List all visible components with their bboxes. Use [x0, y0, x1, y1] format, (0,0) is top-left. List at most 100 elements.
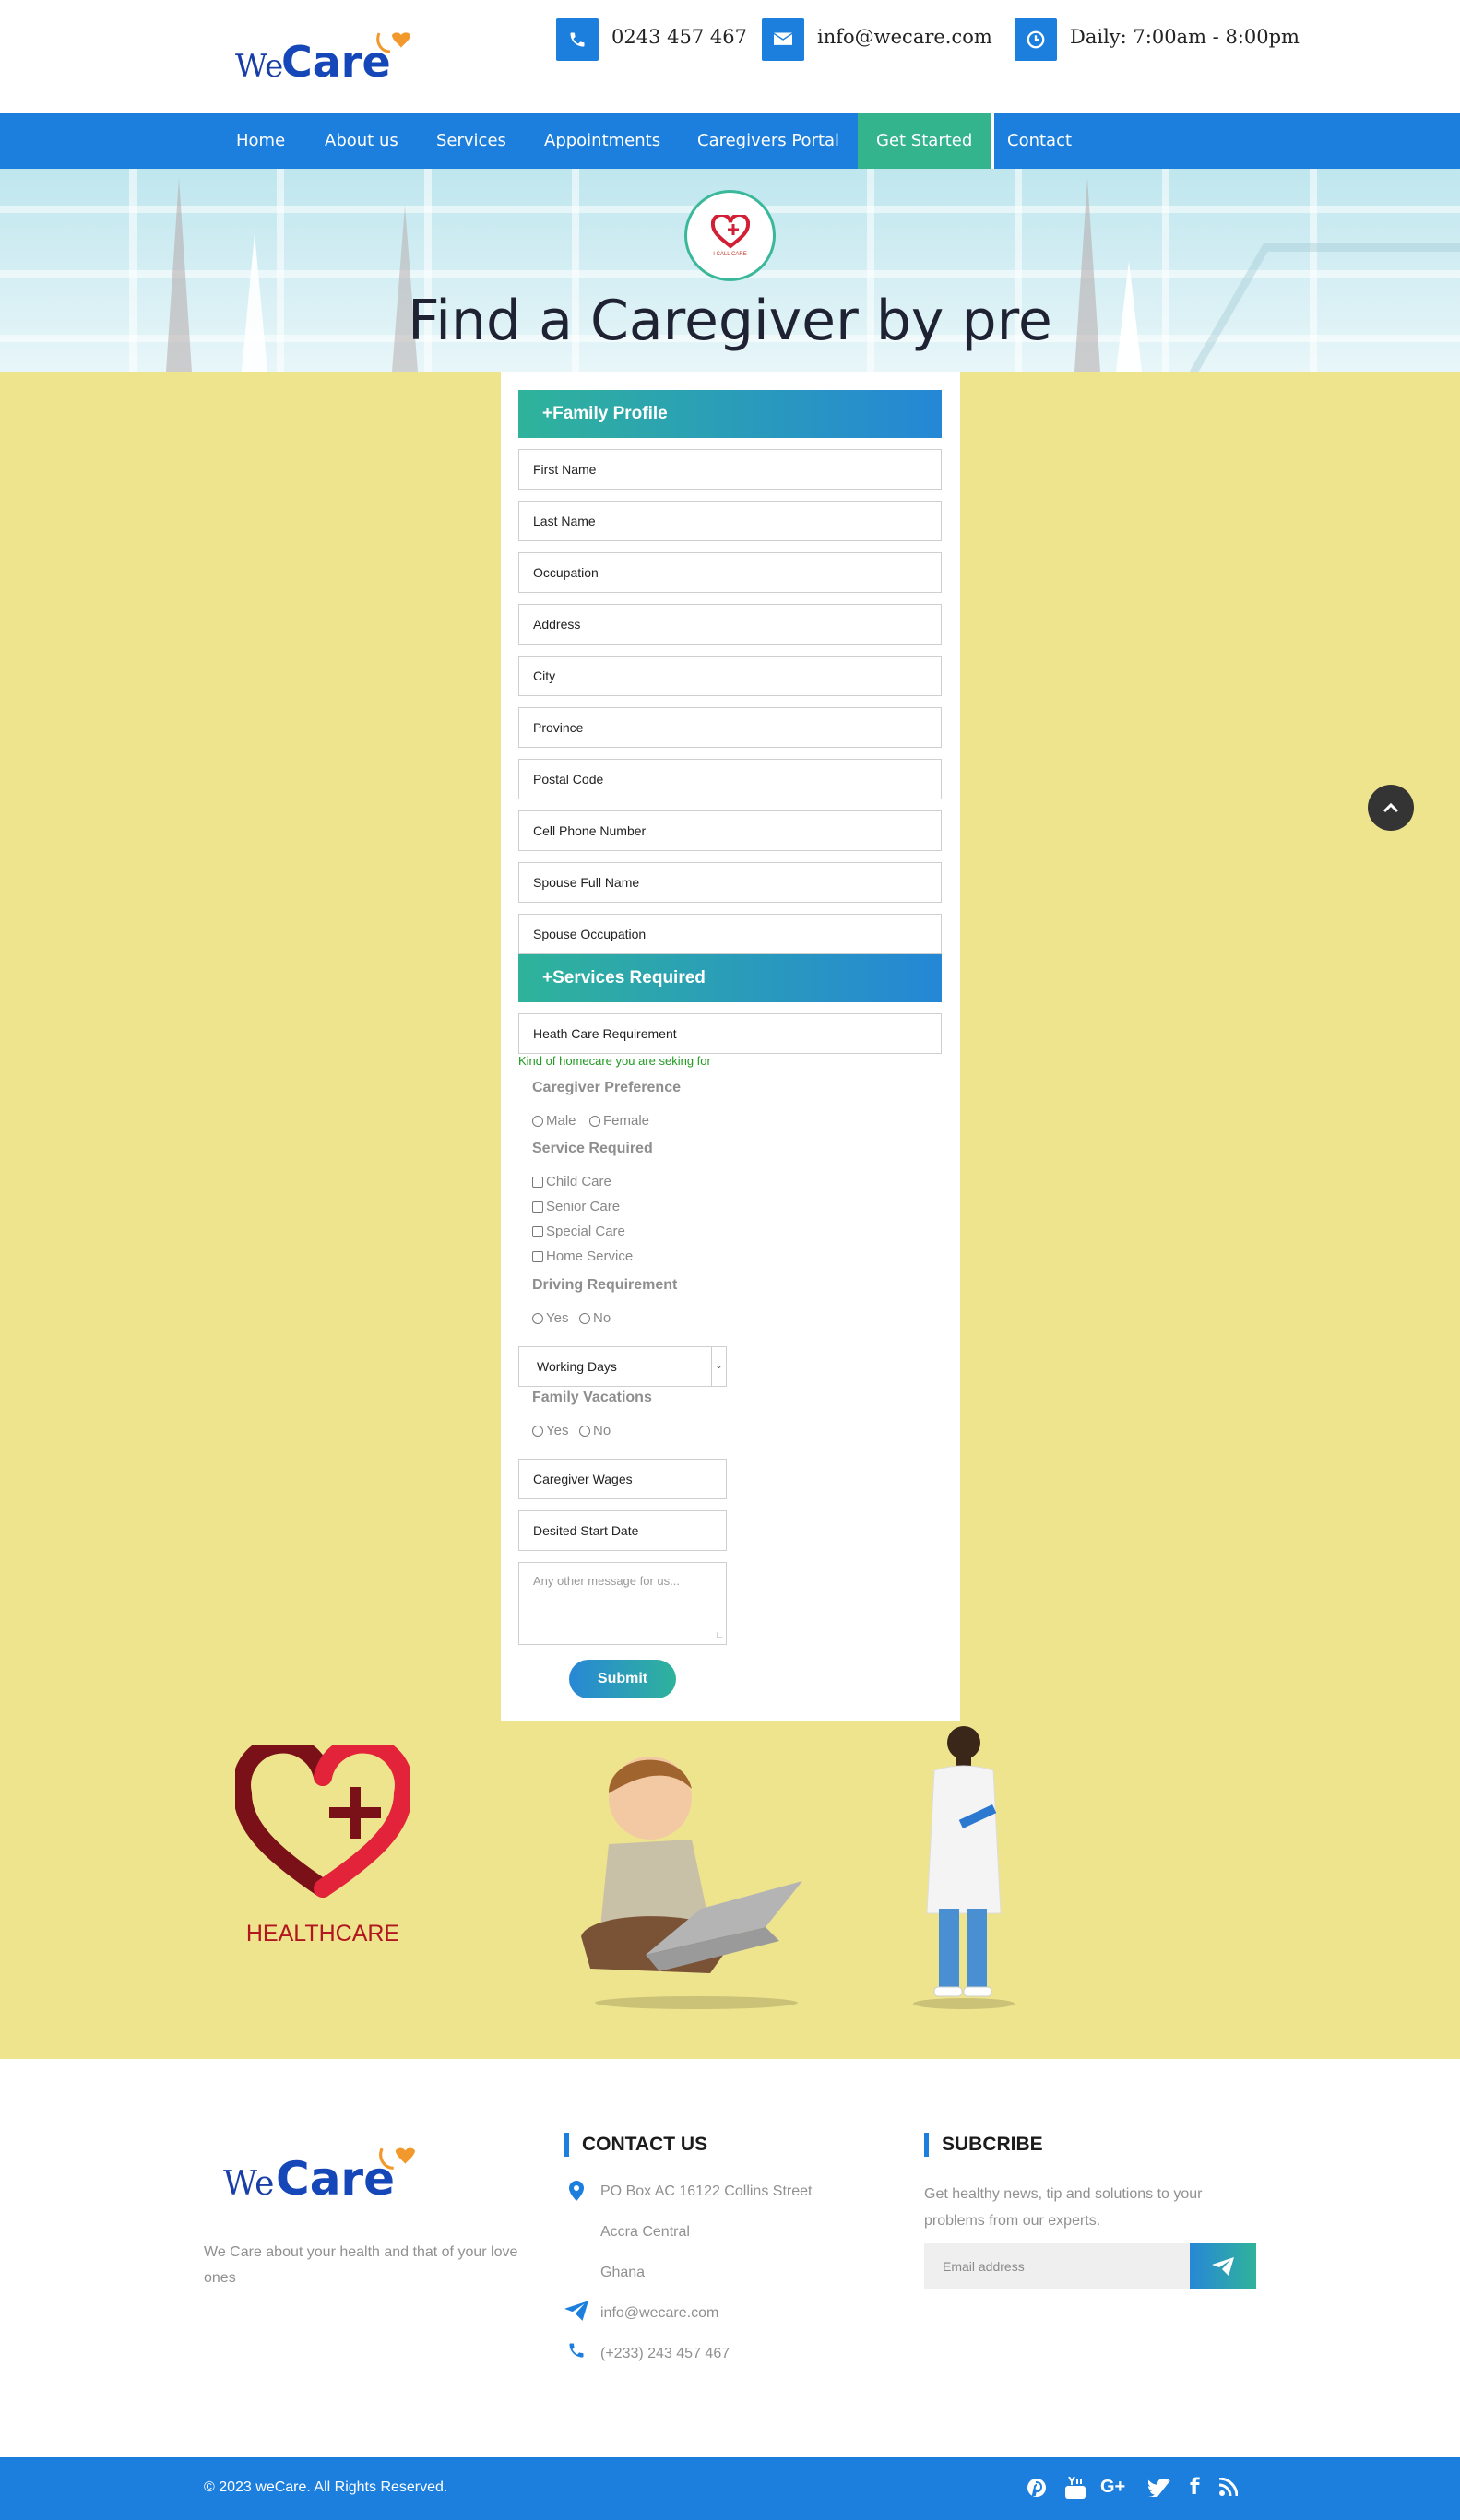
- facebook-icon[interactable]: f: [1190, 2474, 1199, 2500]
- special-care-label: Special Care: [546, 1224, 625, 1239]
- caregiver-preference-label: Caregiver Preference: [532, 1080, 681, 1095]
- spouse-name-field[interactable]: Spouse Full Name: [518, 862, 942, 903]
- message-textarea[interactable]: Any other message for us... ∟: [518, 1562, 727, 1645]
- heart-plus-icon: [710, 214, 750, 249]
- last-name-field[interactable]: Last Name: [518, 501, 942, 541]
- driving-yes-radio[interactable]: [532, 1312, 543, 1324]
- logo-we-text: We: [235, 48, 284, 85]
- option-driving-yes[interactable]: Yes: [532, 1310, 568, 1326]
- page-title: Find a Caregiver by pre: [408, 289, 1052, 353]
- option-vacations-yes[interactable]: Yes: [532, 1423, 568, 1438]
- senior-care-label: Senior Care: [546, 1199, 621, 1214]
- start-date-field[interactable]: Desited Start Date: [518, 1510, 727, 1551]
- subscribe-button[interactable]: [1190, 2243, 1256, 2289]
- address-field[interactable]: Address: [518, 604, 942, 645]
- healthcare-logo: HEALTHCARE: [231, 1745, 415, 1958]
- footer-phone[interactable]: (+233) 243 457 467: [600, 2346, 730, 2362]
- footer-about: We Care about your health and that of yo…: [204, 2244, 518, 2286]
- phone-icon: [570, 32, 585, 47]
- option-male[interactable]: Male: [532, 1113, 576, 1129]
- main-nav: Home About us Services Appointments Care…: [0, 113, 1460, 169]
- send-icon: [1212, 2257, 1234, 2276]
- twitter-icon[interactable]: [1148, 2479, 1170, 2497]
- email-placeholder: Email address: [943, 2259, 1025, 2274]
- resize-handle-icon[interactable]: ∟: [715, 1627, 724, 1644]
- male-label: Male: [546, 1113, 576, 1129]
- option-driving-no[interactable]: No: [579, 1310, 611, 1326]
- male-radio[interactable]: [532, 1115, 543, 1127]
- header-phone[interactable]: 0243 457 467: [611, 26, 747, 48]
- child-care-checkbox[interactable]: [532, 1176, 543, 1188]
- chevron-up-icon: [1383, 802, 1399, 813]
- nav-appointments[interactable]: Appointments: [544, 113, 660, 169]
- phone-icon-box: [556, 18, 599, 61]
- option-senior-care[interactable]: Senior Care: [532, 1199, 620, 1214]
- envelope-icon: [774, 32, 792, 45]
- special-care-checkbox[interactable]: [532, 1225, 543, 1237]
- driving-requirement-label: Driving Requirement: [532, 1277, 678, 1293]
- nav-services[interactable]: Services: [436, 113, 506, 169]
- youtube-icon[interactable]: [1065, 2477, 1086, 2499]
- option-home-service[interactable]: Home Service: [532, 1248, 633, 1264]
- scroll-to-top-button[interactable]: [1368, 785, 1414, 831]
- google-plus-icon[interactable]: G+: [1100, 2477, 1125, 2498]
- top-header: We Care 0243 457 467 info@wecare.com Dai…: [0, 0, 1460, 113]
- option-child-care[interactable]: Child Care: [532, 1174, 611, 1189]
- site-footer: We Care We Care about your health and th…: [0, 2059, 1460, 2457]
- pinterest-icon[interactable]: [1027, 2478, 1047, 2498]
- chevron-down-icon: ⌄: [711, 1347, 726, 1386]
- healthcare-requirement-field[interactable]: Heath Care Requirement: [518, 1013, 942, 1054]
- family-profile-header[interactable]: +Family Profile: [518, 390, 942, 438]
- address-line-2: Accra Central: [600, 2224, 690, 2240]
- healthcare-heart-icon: [235, 1745, 410, 1898]
- option-vacations-no[interactable]: No: [579, 1423, 611, 1438]
- province-field[interactable]: Province: [518, 707, 942, 748]
- submit-button[interactable]: Submit: [569, 1660, 676, 1698]
- clock-icon: [1027, 30, 1045, 49]
- nav-about[interactable]: About us: [325, 113, 398, 169]
- nav-caregivers-portal[interactable]: Caregivers Portal: [697, 113, 839, 169]
- vacations-no-label: No: [593, 1423, 611, 1438]
- cell-phone-field[interactable]: Cell Phone Number: [518, 810, 942, 851]
- driving-no-radio[interactable]: [579, 1312, 590, 1324]
- vacations-yes-label: Yes: [546, 1423, 569, 1438]
- city-field[interactable]: City: [518, 656, 942, 696]
- first-name-field[interactable]: First Name: [518, 449, 942, 490]
- child-care-label: Child Care: [546, 1174, 611, 1189]
- home-service-label: Home Service: [546, 1248, 634, 1264]
- nav-contact[interactable]: Contact: [1007, 113, 1072, 169]
- footer-logo[interactable]: We Care: [223, 2147, 435, 2211]
- header-hours: Daily: 7:00am - 8:00pm: [1070, 26, 1300, 48]
- driving-yes-label: Yes: [546, 1310, 569, 1326]
- clock-icon-box: [1015, 18, 1057, 61]
- envelope-icon-box: [762, 18, 804, 61]
- stethoscope-heart-icon: [376, 32, 410, 53]
- home-service-checkbox[interactable]: [532, 1250, 543, 1262]
- option-female[interactable]: Female: [589, 1113, 649, 1129]
- caregiver-wages-field[interactable]: Caregiver Wages: [518, 1459, 727, 1499]
- working-days-select[interactable]: Working Days ⌄: [518, 1346, 727, 1387]
- subscribe-text: Get healthy news, tip and solutions to y…: [924, 2186, 1203, 2229]
- nav-home[interactable]: Home: [236, 113, 285, 169]
- caregiver-request-form: +Family Profile First Name Last Name Occ…: [501, 372, 960, 1721]
- subscribe-email-input[interactable]: Email address: [924, 2243, 1190, 2289]
- occupation-field[interactable]: Occupation: [518, 552, 942, 593]
- female-radio[interactable]: [589, 1115, 600, 1127]
- option-special-care[interactable]: Special Care: [532, 1224, 625, 1239]
- phone-icon: [569, 2343, 584, 2358]
- call-care-badge: I CALL CARE: [684, 190, 776, 281]
- rss-icon[interactable]: [1219, 2478, 1238, 2496]
- vacations-yes-radio[interactable]: [532, 1425, 543, 1437]
- doctor-illustration: [908, 1720, 1019, 2010]
- header-email[interactable]: info@wecare.com: [817, 26, 992, 48]
- senior-care-checkbox[interactable]: [532, 1201, 543, 1213]
- footer-stethoscope-heart-icon: [379, 2147, 415, 2170]
- nav-get-started[interactable]: Get Started: [858, 113, 995, 169]
- services-required-header[interactable]: +Services Required: [518, 954, 942, 1002]
- subscribe-heading: SUBCRIBE: [924, 2133, 1043, 2157]
- spouse-occupation-field[interactable]: Spouse Occupation: [518, 914, 942, 954]
- site-logo[interactable]: We Care: [235, 28, 420, 92]
- postal-code-field[interactable]: Postal Code: [518, 759, 942, 799]
- footer-email[interactable]: info@wecare.com: [600, 2305, 718, 2322]
- vacations-no-radio[interactable]: [579, 1425, 590, 1437]
